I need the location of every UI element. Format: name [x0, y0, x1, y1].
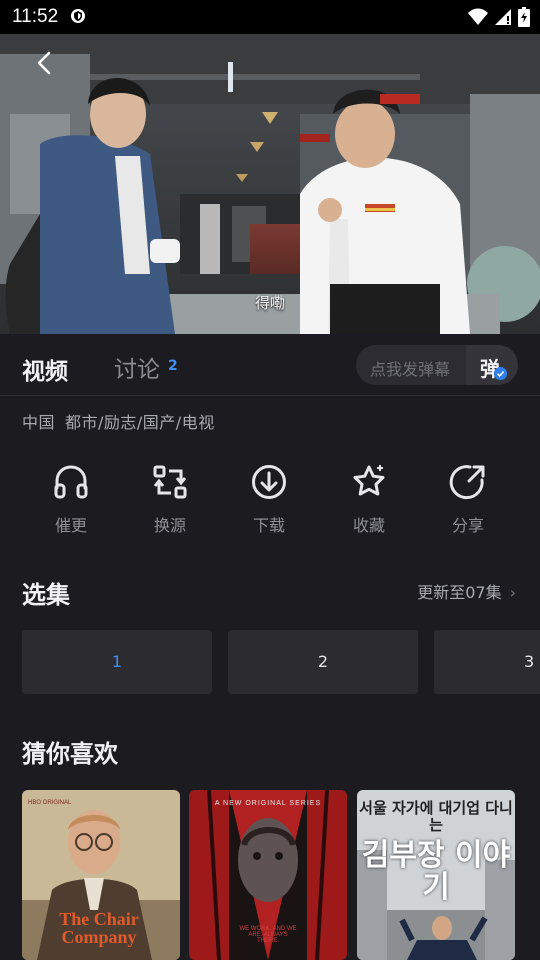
tabs-divider: [0, 395, 540, 396]
action-label: 收藏: [352, 516, 385, 535]
recommend-poster-3[interactable]: 서울 자가에 대기업 다니는 김부장 이야기: [357, 790, 515, 960]
poster-subtitle: 서울 자가에 대기업 다니는: [359, 799, 513, 834]
video-frame: [0, 34, 540, 334]
recommend-title: 猜你喜欢: [22, 740, 118, 768]
show-meta: 中国 都市/励志/国产/电视: [22, 409, 215, 433]
action-label: 下载: [252, 516, 285, 535]
video-subtitle: 得嘞: [254, 294, 285, 312]
action-row: 催更 换源 下载 收藏 分享: [0, 462, 540, 542]
danmaku-input[interactable]: 点我发弹幕: [370, 356, 450, 380]
action-label: 分享: [451, 516, 484, 535]
signal-icon: [495, 9, 511, 25]
favorite-button[interactable]: 收藏: [319, 462, 419, 536]
region-label: 中国: [22, 413, 56, 432]
poster-tagline: WE WORK. AND WE ARE. ALWAYS THERE.: [239, 926, 297, 944]
episodes-update-text: 更新至07集: [417, 583, 502, 602]
shield-icon: [71, 9, 85, 23]
discuss-count-badge: 2: [168, 358, 178, 374]
download-icon: [252, 465, 286, 499]
share-icon: [449, 465, 485, 500]
urge-update-button[interactable]: 催更: [21, 462, 121, 536]
headphones-icon: [54, 465, 88, 499]
share-button[interactable]: 分享: [418, 462, 518, 536]
danmaku-bar: 点我发弹幕 弹: [356, 345, 518, 385]
danmaku-on-check-icon: [494, 367, 507, 380]
switch-source-icon: [153, 465, 187, 499]
episode-button[interactable]: 3: [434, 630, 540, 694]
star-icon: [353, 465, 385, 496]
battery-icon: [518, 7, 530, 27]
back-arrow-icon[interactable]: [30, 48, 60, 78]
wifi-icon: [468, 8, 488, 25]
tab-discuss[interactable]: 讨论: [114, 350, 160, 384]
chevron-right-icon: ›: [509, 583, 516, 602]
genre-label: 都市/励志/国产/电视: [65, 413, 215, 432]
poster-title: A NEW ORIGINAL SERIES: [214, 800, 322, 807]
status-time: 11:52: [12, 6, 59, 27]
content-tabs: 视频 讨论 2 点我发弹幕 弹: [0, 336, 540, 396]
episode-button[interactable]: 2: [228, 630, 418, 694]
episodes-title: 选集: [22, 581, 70, 609]
poster-title: 김부장 이야기: [361, 838, 511, 905]
poster-brand: HBO ORIGINAL: [28, 800, 72, 806]
recommend-poster-1[interactable]: HBO ORIGINAL The Chair Company: [22, 790, 180, 960]
tab-video[interactable]: 视频: [22, 352, 68, 386]
action-label: 换源: [153, 516, 186, 535]
switch-source-button[interactable]: 换源: [120, 462, 220, 536]
episode-button[interactable]: 1: [22, 630, 212, 694]
status-bar: 11:52: [0, 0, 540, 34]
video-player[interactable]: 得嘞: [0, 34, 540, 334]
download-button[interactable]: 下载: [219, 462, 319, 536]
poster-title: The Chair Company: [59, 909, 139, 947]
episodes-update-link[interactable]: 更新至07集 ›: [417, 579, 516, 603]
recommend-poster-2[interactable]: A NEW ORIGINAL SERIES WE WORK. AND WE AR…: [189, 790, 347, 960]
action-label: 催更: [54, 516, 87, 535]
